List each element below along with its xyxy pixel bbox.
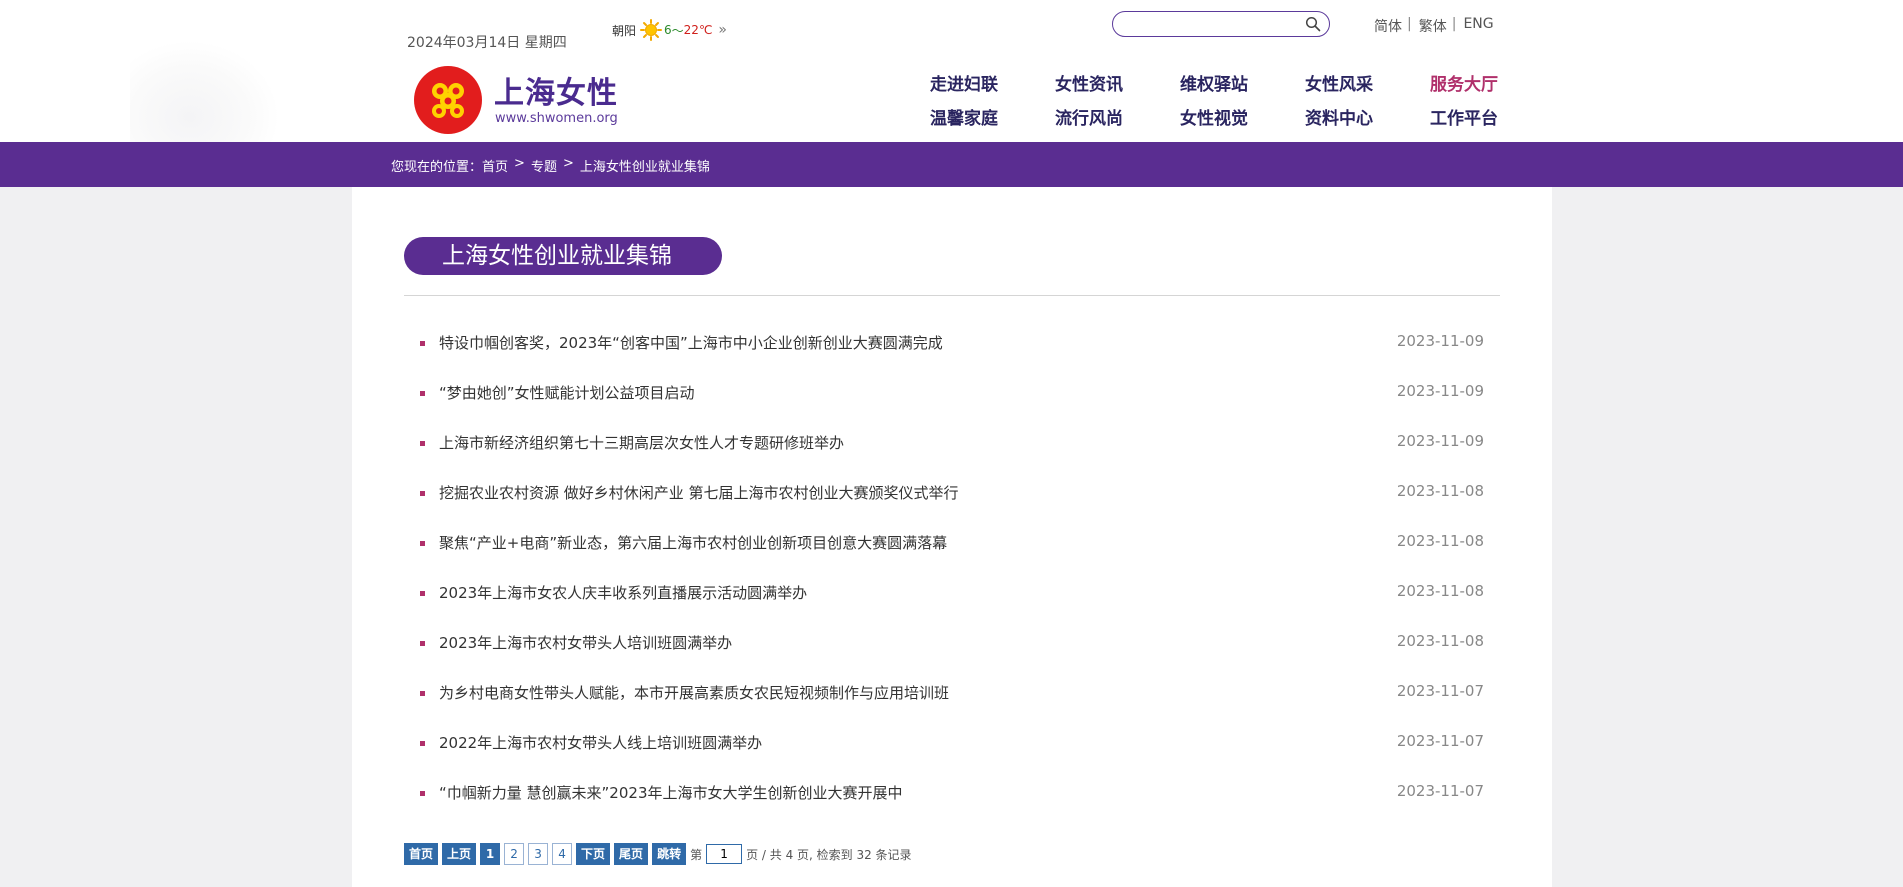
search-icon[interactable] [1305,16,1321,32]
news-date: 2023-11-07 [1396,682,1484,700]
news-title-link[interactable]: 2023年上海市农村女带头人培训班圆满举办 [439,632,732,653]
bullet-icon [420,791,425,796]
nav-item-work-platform[interactable]: 工作平台 [1430,104,1498,129]
news-title-link[interactable]: “梦由她创”女性赋能计划公益项目启动 [439,382,695,403]
nav-item-visual[interactable]: 女性视觉 [1180,104,1248,129]
news-date: 2023-11-08 [1396,482,1484,500]
pagination: 首页 上页 1 2 3 4 下页 尾页 跳转 第 页 / 共 4 页, 检索到 … [404,843,916,865]
site-header: 2024年03月14日 星期四 朝阳 6 ～ 22℃ » 简体 | 繁体 | E… [0,0,1903,142]
news-date: 2023-11-09 [1396,432,1484,450]
nav-item-resources[interactable]: 资料中心 [1305,104,1373,129]
page-number-current[interactable]: 1 [480,843,501,865]
search-box [1112,11,1330,37]
sunny-icon [640,19,663,41]
next-page-button[interactable]: 下页 [576,843,611,865]
news-date: 2023-11-09 [1396,332,1484,350]
jump-button[interactable]: 跳转 [652,843,687,865]
news-title-link[interactable]: 2022年上海市农村女带头人线上培训班圆满举办 [439,732,762,753]
page-number[interactable]: 2 [504,843,525,865]
list-item: “巾帼新力量 慧创赢未来”2023年上海市女大学生创新创业大赛开展中 2023-1… [404,782,1500,832]
list-item: 挖掘农业农村资源 做好乡村休闲产业 第七届上海市农村创业大赛颁奖仪式举行 2023… [404,482,1500,532]
lang-separator: | [1451,16,1457,32]
news-title-link[interactable]: 2023年上海市女农人庆丰收系列直播展示活动圆满举办 [439,582,807,603]
news-date: 2023-11-08 [1396,532,1484,550]
brand-name[interactable]: 上海女性 [494,68,618,112]
header-decoration [130,40,280,142]
weather-tilde: ～ [671,23,684,38]
news-date: 2023-11-07 [1396,782,1484,800]
list-item: 聚焦“产业+电商”新业态，第六届上海市农村创业创新项目创意大赛圆满落幕 2023-… [404,532,1500,582]
list-item: 2023年上海市女农人庆丰收系列直播展示活动圆满举办 2023-11-08 [404,582,1500,632]
weather-widget[interactable]: 朝阳 6 ～ 22℃ » [612,19,727,41]
pager-summary: 页 / 共 4 页, 检索到 32 条记录 [746,847,912,862]
breadcrumb-home[interactable]: 首页 [482,156,508,175]
nav-item-family[interactable]: 温馨家庭 [930,104,998,129]
lang-english[interactable]: ENG [1463,16,1493,36]
news-date: 2023-11-08 [1396,582,1484,600]
news-title-link[interactable]: 上海市新经济组织第七十三期高层次女性人才专题研修班举办 [439,432,844,453]
bullet-icon [420,741,425,746]
list-item: 特设巾帼创客奖，2023年“创客中国”上海市中小企业创新创业大赛圆满完成 2023… [404,332,1500,382]
breadcrumb-separator: > [562,156,574,171]
current-date: 2024年03月14日 星期四 [407,35,567,51]
breadcrumb-topics[interactable]: 专题 [531,156,557,175]
bullet-icon [420,691,425,696]
main-content: 上海女性创业就业集锦 特设巾帼创客奖，2023年“创客中国”上海市中小企业创新创… [352,187,1552,887]
news-title-link[interactable]: 聚焦“产业+电商”新业态，第六届上海市农村创业创新项目创意大赛圆满落幕 [439,532,947,553]
list-item: 2022年上海市农村女带头人线上培训班圆满举办 2023-11-07 [404,732,1500,782]
section-divider [404,295,1500,296]
first-page-button[interactable]: 首页 [404,843,439,865]
news-title-link[interactable]: “巾帼新力量 慧创赢未来”2023年上海市女大学生创新创业大赛开展中 [439,782,903,803]
women-federation-logo[interactable] [412,64,484,136]
news-list: 特设巾帼创客奖，2023年“创客中国”上海市中小企业创新创业大赛圆满完成 2023… [404,332,1500,832]
news-date: 2023-11-07 [1396,732,1484,750]
bullet-icon [420,391,425,396]
weather-more-icon[interactable]: » [718,22,727,38]
nav-item-rights[interactable]: 维权驿站 [1180,70,1248,95]
bullet-icon [420,441,425,446]
breadcrumb-separator: > [514,156,525,171]
nav-item-news[interactable]: 女性资讯 [1055,70,1123,95]
weather-low-temp: 6 [664,23,672,37]
news-title-link[interactable]: 特设巾帼创客奖，2023年“创客中国”上海市中小企业创新创业大赛圆满完成 [439,332,943,353]
section-title: 上海女性创业就业集锦 [404,237,722,275]
nav-item-fashion[interactable]: 流行风尚 [1055,104,1123,129]
list-item: 上海市新经济组织第七十三期高层次女性人才专题研修班举办 2023-11-09 [404,432,1500,482]
search-input[interactable] [1125,15,1299,35]
page-jump-input[interactable] [706,844,743,864]
news-date: 2023-11-08 [1396,632,1484,650]
list-item: 为乡村电商女性带头人赋能，本市开展高素质女农民短视频制作与应用培训班 2023-1… [404,682,1500,732]
page-number[interactable]: 4 [552,843,573,865]
lang-simplified[interactable]: 简体 [1374,16,1402,36]
breadcrumb: 您现在的位置： 首页 > 专题 > 上海女性创业就业集锦 [391,156,710,175]
news-title-link[interactable]: 挖掘农业农村资源 做好乡村休闲产业 第七届上海市农村创业大赛颁奖仪式举行 [439,482,959,503]
page-label: 第 [690,847,703,862]
lang-separator: | [1407,16,1412,32]
prev-page-button[interactable]: 上页 [442,843,477,865]
nav-item-about[interactable]: 走进妇联 [930,70,998,95]
bullet-icon [420,591,425,596]
news-title-link[interactable]: 为乡村电商女性带头人赋能，本市开展高素质女农民短视频制作与应用培训班 [439,682,949,703]
weather-city: 朝阳 [612,23,637,38]
bullet-icon [420,491,425,496]
bullet-icon [420,541,425,546]
nav-item-style[interactable]: 女性风采 [1305,70,1373,95]
breadcrumb-bar: 您现在的位置： 首页 > 专题 > 上海女性创业就业集锦 [0,142,1903,187]
news-date: 2023-11-09 [1396,382,1484,400]
brand-url[interactable]: www.shwomen.org [495,111,618,126]
bullet-icon [420,341,425,346]
page-number[interactable]: 3 [528,843,549,865]
breadcrumb-prefix: 您现在的位置： [391,160,483,175]
language-switcher: 简体 | 繁体 | ENG [1374,16,1494,36]
last-page-button[interactable]: 尾页 [614,843,649,865]
lang-traditional[interactable]: 繁体 [1419,16,1447,36]
bullet-icon [420,641,425,646]
nav-item-service-hall[interactable]: 服务大厅 [1430,70,1498,95]
breadcrumb-current[interactable]: 上海女性创业就业集锦 [580,156,710,175]
weather-high-temp: 22℃ [683,23,713,37]
list-item: “梦由她创”女性赋能计划公益项目启动 2023-11-09 [404,382,1500,432]
list-item: 2023年上海市农村女带头人培训班圆满举办 2023-11-08 [404,632,1500,682]
